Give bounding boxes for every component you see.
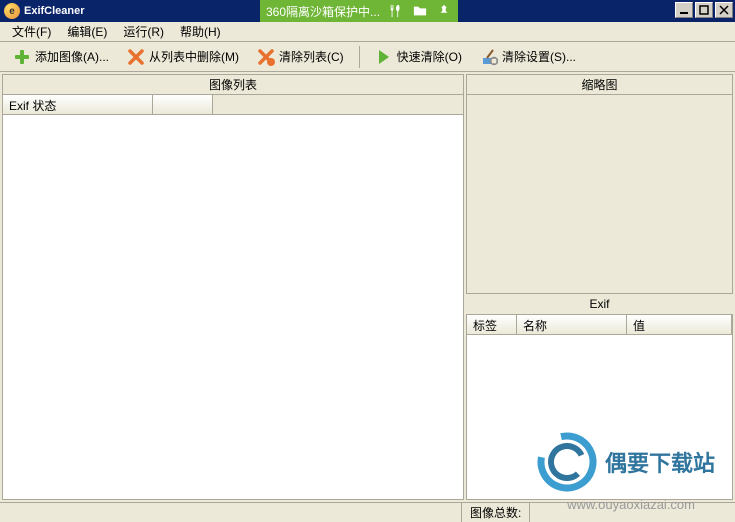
status-left (0, 503, 462, 522)
add-image-button[interactable]: 添加图像(A)... (6, 45, 116, 69)
menu-run[interactable]: 运行(R) (115, 21, 172, 42)
menu-help[interactable]: 帮助(H) (172, 21, 229, 42)
thumbnail-area (466, 94, 733, 294)
exif-status-column[interactable]: Exif 状态 (3, 95, 153, 114)
statusbar: 图像总数: (0, 502, 735, 522)
sandbox-folder-icon[interactable] (412, 3, 428, 19)
menubar: 文件(F) 编辑(E) 运行(R) 帮助(H) (0, 22, 735, 42)
exif-table-header: 标签 名称 值 (467, 315, 732, 335)
sandbox-text: 360隔离沙箱保护中... (266, 3, 380, 20)
titlebar-text: ExifCleaner (24, 5, 85, 17)
maximize-button[interactable] (695, 2, 713, 18)
image-list-body[interactable] (3, 115, 463, 499)
remove-from-list-label: 从列表中删除(M) (149, 48, 239, 65)
left-pane: 图像列表 Exif 状态 (2, 74, 464, 500)
menu-edit[interactable]: 编辑(E) (59, 21, 115, 42)
toolbar-separator (359, 46, 360, 68)
clear-list-button[interactable]: 清除列表(C) (250, 45, 351, 69)
tag-column[interactable]: 标签 (467, 315, 517, 334)
app-icon: e (4, 3, 20, 19)
status-image-count: 图像总数: (462, 503, 530, 522)
image-list-header: Exif 状态 (3, 95, 463, 115)
sandbox-pin-icon[interactable] (436, 3, 452, 19)
add-image-label: 添加图像(A)... (35, 48, 109, 65)
clean-settings-button[interactable]: 清除设置(S)... (473, 45, 583, 69)
minimize-button[interactable] (675, 2, 693, 18)
quick-clean-label: 快速清除(O) (397, 48, 462, 65)
sandbox-cutlery-icon[interactable] (388, 3, 404, 19)
quick-clean-button[interactable]: 快速清除(O) (368, 45, 469, 69)
menu-file[interactable]: 文件(F) (4, 21, 59, 42)
name-column[interactable]: 名称 (517, 315, 627, 334)
clear-list-icon (257, 48, 275, 66)
sandbox-badge: 360隔离沙箱保护中... (260, 0, 458, 22)
quick-clean-icon (375, 48, 393, 66)
remove-from-list-button[interactable]: 从列表中删除(M) (120, 45, 246, 69)
close-button[interactable] (715, 2, 733, 18)
right-pane: 缩略图 Exif 标签 名称 值 (466, 74, 733, 500)
window-controls (675, 2, 733, 18)
image-list[interactable]: Exif 状态 (3, 95, 463, 499)
settings-brush-icon (480, 48, 498, 66)
clear-list-label: 清除列表(C) (279, 48, 344, 65)
thumbnail-title: 缩略图 (466, 74, 733, 94)
toolbar: 添加图像(A)... 从列表中删除(M) 清除列表(C) 快速清除(O) 清除设… (0, 42, 735, 72)
exif-title: Exif (466, 294, 733, 314)
clean-settings-label: 清除设置(S)... (502, 48, 576, 65)
value-column[interactable]: 值 (627, 315, 732, 334)
add-icon (13, 48, 31, 66)
exif-table[interactable]: 标签 名称 值 (466, 314, 733, 500)
exif-section: Exif 标签 名称 值 (466, 294, 733, 500)
main-area: 图像列表 Exif 状态 缩略图 Exif 标签 名称 值 (0, 72, 735, 502)
empty-column[interactable] (153, 95, 213, 114)
titlebar: e ExifCleaner 360隔离沙箱保护中... (0, 0, 735, 22)
image-list-title: 图像列表 (3, 75, 463, 95)
remove-icon (127, 48, 145, 66)
